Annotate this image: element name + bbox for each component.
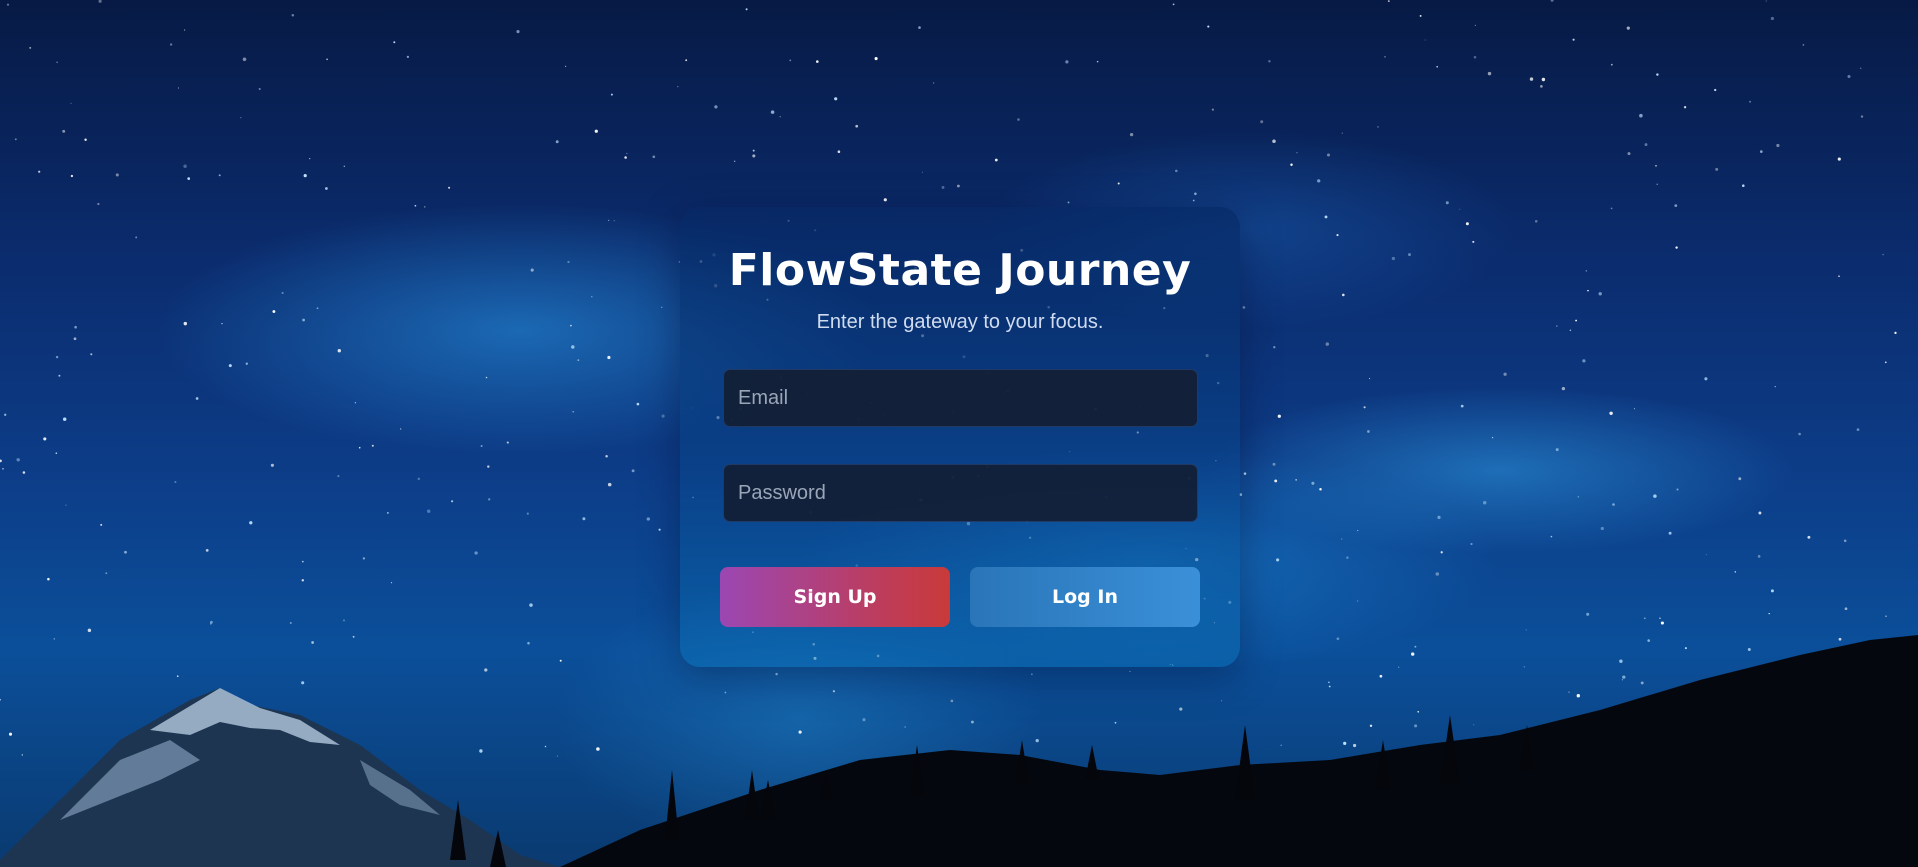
password-input[interactable] — [723, 464, 1198, 522]
email-input[interactable] — [723, 369, 1198, 427]
app-subtitle: Enter the gateway to your focus. — [816, 311, 1104, 333]
app-title: FlowState Journey — [728, 245, 1192, 296]
night-sky-background: FlowState Journey Enter the gateway to y… — [0, 0, 1918, 867]
login-card: FlowState Journey Enter the gateway to y… — [680, 207, 1240, 667]
log-in-button[interactable]: Log In — [970, 567, 1200, 627]
sign-up-button[interactable]: Sign Up — [720, 567, 950, 627]
